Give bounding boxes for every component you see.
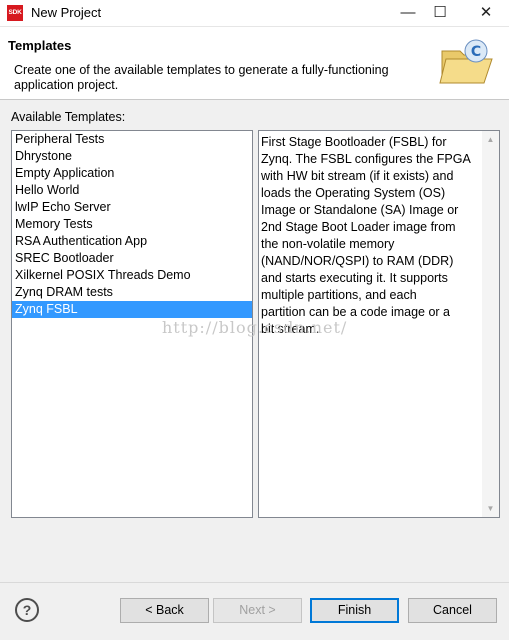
template-list-item[interactable]: lwIP Echo Server bbox=[12, 199, 252, 216]
template-list-item[interactable]: Dhrystone bbox=[12, 148, 252, 165]
next-button[interactable]: Next > bbox=[213, 598, 302, 623]
svg-text:C: C bbox=[471, 44, 481, 60]
available-templates-label: Available Templates: bbox=[11, 110, 126, 124]
help-icon[interactable]: ? bbox=[15, 598, 39, 622]
button-bar-separator bbox=[0, 582, 509, 583]
back-button[interactable]: < Back bbox=[120, 598, 209, 623]
wizard-header: Templates Create one of the available te… bbox=[0, 27, 509, 100]
page-title: Templates bbox=[8, 38, 72, 53]
template-list-item[interactable]: Zynq FSBL bbox=[12, 301, 252, 318]
cancel-button[interactable]: Cancel bbox=[408, 598, 497, 623]
page-description: Create one of the available templates to… bbox=[14, 63, 389, 92]
window-title: New Project bbox=[31, 5, 102, 20]
template-list-item[interactable]: Peripheral Tests bbox=[12, 131, 252, 148]
template-list-item[interactable]: Empty Application bbox=[12, 165, 252, 182]
template-list-item[interactable]: SREC Bootloader bbox=[12, 250, 252, 267]
sdk-app-icon: SDK bbox=[7, 5, 23, 21]
template-description-text: First Stage Bootloader (FSBL) for Zynq. … bbox=[261, 135, 471, 336]
template-list-item[interactable]: Hello World bbox=[12, 182, 252, 199]
watermark: http://blog.csdn.net/ bbox=[162, 318, 348, 337]
maximize-button[interactable]: ☐ bbox=[420, 0, 460, 26]
template-list-item[interactable]: Memory Tests bbox=[12, 216, 252, 233]
scroll-down-arrow-icon[interactable]: ▼ bbox=[482, 500, 499, 517]
close-button[interactable]: ✕ bbox=[466, 0, 506, 26]
description-scrollbar[interactable]: ▲ ▼ bbox=[482, 131, 499, 517]
finish-button[interactable]: Finish bbox=[310, 598, 399, 623]
title-bar: SDK New Project — ☐ ✕ bbox=[0, 0, 509, 27]
template-list-item[interactable]: RSA Authentication App bbox=[12, 233, 252, 250]
template-list-item[interactable]: Xilkernel POSIX Threads Demo bbox=[12, 267, 252, 284]
new-project-folder-icon: C bbox=[439, 39, 493, 84]
scroll-up-arrow-icon[interactable]: ▲ bbox=[482, 131, 499, 148]
template-list-item[interactable]: Zynq DRAM tests bbox=[12, 284, 252, 301]
